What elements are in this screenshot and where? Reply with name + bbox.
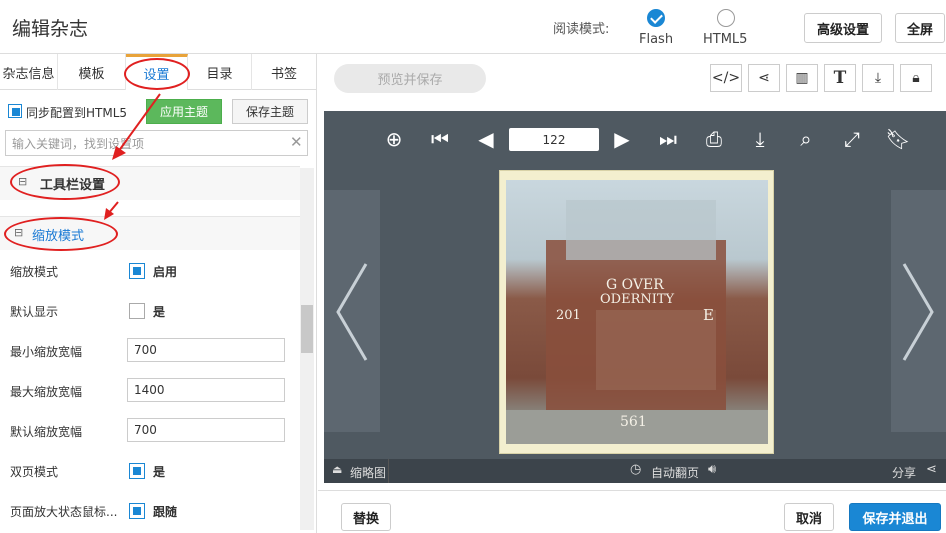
volume-icon[interactable]: 🔊︎ — [708, 462, 716, 477]
divider — [388, 459, 389, 483]
setting-label: 最小缩放宽幅 — [10, 345, 83, 359]
auto-flip-label[interactable]: 自动翻页 — [651, 464, 699, 481]
setting-value-label: 是 — [153, 465, 166, 479]
preview-save-button[interactable]: 预览并保存 — [334, 64, 486, 93]
setting-checkbox[interactable] — [129, 303, 145, 319]
share-icon[interactable]: ⋖ — [748, 64, 780, 92]
layout-icon[interactable]: ▥ — [786, 64, 818, 92]
tab-magazine-info[interactable]: 杂志信息 — [0, 54, 58, 90]
annotation-arrows — [104, 93, 161, 220]
setting-checkbox[interactable] — [129, 503, 145, 519]
code-icon[interactable]: </> — [710, 64, 742, 92]
download-icon[interactable]: ⤓ — [862, 64, 894, 92]
cover-image — [506, 180, 768, 444]
chevron-left-icon[interactable] — [332, 260, 372, 364]
lock-icon[interactable]: 🔒︎ — [900, 64, 932, 92]
flash-radio[interactable] — [647, 9, 665, 27]
zoom-in-icon[interactable]: ⊕ — [380, 125, 408, 153]
html5-radio[interactable] — [717, 9, 735, 27]
next-page-icon[interactable]: ▶ — [608, 125, 636, 153]
cancel-button[interactable]: 取消 — [784, 503, 834, 531]
setting-label: 最大缩放宽幅 — [10, 385, 83, 399]
tab-bookmarks[interactable]: 书签 — [252, 54, 316, 90]
html5-label: HTML5 — [703, 32, 748, 47]
text-icon[interactable]: T — [824, 64, 856, 92]
setting-label: 页面放大状态鼠标... — [10, 505, 118, 519]
last-page-icon[interactable]: ⏭ — [654, 125, 682, 153]
bookmark-icon[interactable]: 🔖︎ — [884, 125, 912, 153]
setting-label: 默认显示 — [10, 305, 59, 319]
chevron-right-icon[interactable] — [898, 260, 938, 364]
scrollbar-thumb[interactable] — [301, 305, 313, 353]
eject-icon[interactable]: ⏏ — [332, 463, 342, 476]
setting-value-label: 跟随 — [153, 505, 178, 519]
prev-page-icon[interactable]: ◀ — [472, 125, 500, 153]
share-label[interactable]: 分享 — [892, 464, 916, 481]
share-icon[interactable]: ⋖ — [926, 462, 937, 477]
clear-icon[interactable]: ✕ — [290, 133, 303, 151]
setting-checkbox[interactable] — [129, 463, 145, 479]
save-exit-button[interactable]: 保存并退出 — [849, 503, 941, 531]
setting-value-label: 启用 — [153, 265, 178, 279]
first-page-icon[interactable]: ⏮ — [426, 125, 454, 153]
cover-letter: E — [703, 306, 714, 324]
setting-input[interactable]: 700 — [127, 338, 285, 362]
timer-icon[interactable]: ◷ — [630, 462, 641, 477]
replace-button[interactable]: 替换 — [341, 503, 391, 531]
setting-checkbox[interactable] — [129, 263, 145, 279]
download-icon[interactable]: ⤓ — [746, 125, 774, 153]
fullscreen-icon[interactable]: ⤢ — [838, 125, 866, 153]
setting-label: 默认缩放宽幅 — [10, 425, 83, 439]
cover-headline: G OVER — [606, 277, 664, 293]
setting-value-label: 是 — [153, 305, 166, 319]
save-theme-button[interactable]: 保存主题 — [232, 99, 308, 124]
search-icon[interactable]: ⌕ — [792, 125, 820, 153]
tab-template[interactable]: 模板 — [58, 54, 126, 90]
sync-html5-checkbox[interactable] — [8, 104, 22, 118]
read-mode-label: 阅读模式: — [553, 22, 610, 37]
thumbnails-label[interactable]: 缩略图 — [350, 464, 386, 481]
fullscreen-button[interactable]: 全屏 — [895, 13, 945, 43]
setting-label: 缩放模式 — [10, 265, 59, 279]
page-number-input[interactable]: 122 — [509, 128, 599, 151]
page-title: 编辑杂志 — [12, 18, 89, 40]
flash-label: Flash — [639, 32, 674, 47]
tab-toc[interactable]: 目录 — [188, 54, 252, 90]
advanced-settings-button[interactable]: 高级设置 — [804, 13, 882, 43]
setting-input[interactable]: 1400 — [127, 378, 285, 402]
cover-headline-2: ODERNITY — [600, 292, 675, 307]
setting-input[interactable]: 700 — [127, 418, 285, 442]
cover-issue-number: 561 — [620, 414, 647, 430]
setting-label: 双页模式 — [10, 465, 59, 479]
print-icon[interactable]: ⎙ — [700, 125, 728, 153]
cover-year: 201 — [556, 308, 581, 323]
